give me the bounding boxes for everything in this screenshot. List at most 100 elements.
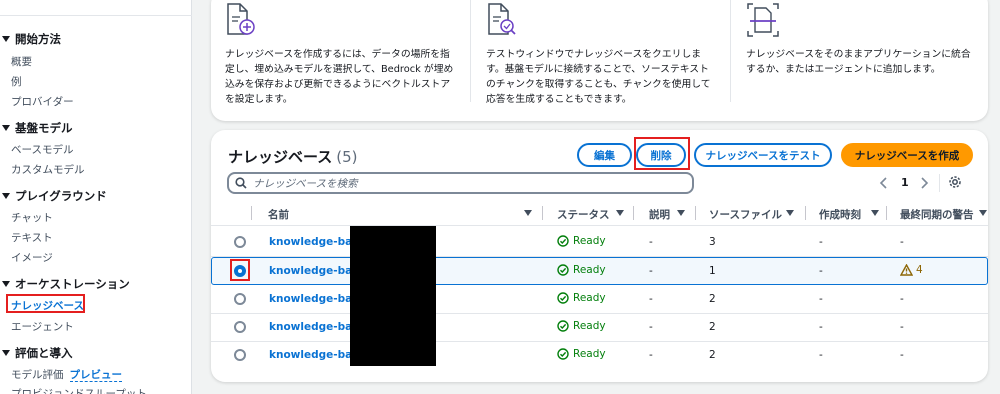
description-cell: - bbox=[649, 349, 653, 361]
table-row-selected[interactable]: knowledge-base- Ready - 1 - 4 bbox=[211, 257, 988, 285]
column-divider bbox=[470, 0, 471, 102]
chevron-down-icon bbox=[2, 36, 10, 42]
info-column-create: ナレッジベースを作成するには、データの場所を指定し、埋め込みモデルを選択して、B… bbox=[211, 0, 461, 121]
warning-cell: - bbox=[900, 236, 904, 248]
row-radio[interactable] bbox=[234, 321, 246, 333]
search-input[interactable]: ナレッジベースを検索 bbox=[227, 172, 694, 194]
document-search-icon bbox=[486, 3, 516, 35]
table-header: 名前 ステータス 説明 ソースファイル 作成時刻 最終同期の警告 bbox=[211, 202, 988, 224]
redaction-block bbox=[350, 226, 436, 366]
sidebar-item-text[interactable]: テキスト bbox=[11, 230, 53, 245]
edit-button[interactable]: 編集 bbox=[577, 143, 632, 167]
sidebar: 開始方法 概要 例 プロバイダー 基盤モデル ベースモデル カスタムモデル プレ… bbox=[0, 0, 192, 394]
highlight-box bbox=[634, 137, 690, 170]
how-it-works-panel: ナレッジベースを作成するには、データの場所を指定し、埋め込みモデルを選択して、B… bbox=[211, 0, 988, 121]
column-header-description[interactable]: 説明 bbox=[649, 207, 670, 222]
document-scan-icon bbox=[746, 3, 779, 37]
chevron-down-icon bbox=[2, 281, 10, 287]
column-header-name[interactable]: 名前 bbox=[268, 207, 289, 222]
column-separator bbox=[542, 206, 543, 220]
sort-caret-icon[interactable] bbox=[979, 210, 987, 216]
info-column-test: テストウィンドウでナレッジベースをクエリします。基盤モデルに接続することで、ソー… bbox=[472, 0, 722, 121]
chevron-down-icon bbox=[2, 193, 10, 199]
test-knowledge-base-button[interactable]: ナレッジベースをテスト bbox=[694, 143, 832, 167]
info-text-create: ナレッジベースを作成するには、データの場所を指定し、埋め込みモデルを選択して、B… bbox=[225, 49, 454, 105]
search-placeholder: ナレッジベースを検索 bbox=[253, 177, 358, 190]
warning-icon bbox=[900, 264, 913, 276]
column-separator bbox=[805, 206, 806, 220]
preview-badge[interactable]: プレビュー bbox=[69, 369, 122, 382]
column-separator bbox=[886, 206, 887, 220]
section-playgrounds[interactable]: プレイグラウンド bbox=[0, 188, 107, 204]
created-cell: - bbox=[819, 293, 823, 305]
page-title: ナレッジベース (5) bbox=[228, 148, 358, 166]
sidebar-item-model-evaluation[interactable]: モデル評価 プレビュー bbox=[11, 367, 122, 382]
column-header-status[interactable]: ステータス bbox=[557, 207, 610, 222]
next-page-icon[interactable] bbox=[919, 176, 929, 193]
pager-divider bbox=[939, 174, 940, 192]
source-files-cell: 2 bbox=[709, 293, 716, 305]
item-count: (5) bbox=[336, 148, 358, 166]
column-header-source-files[interactable]: ソースファイル bbox=[709, 207, 782, 222]
created-cell: - bbox=[819, 349, 823, 361]
column-header-last-sync-warning[interactable]: 最終同期の警告 bbox=[900, 207, 974, 222]
info-column-integrate: ナレッジベースをそのままアプリケーションに統合するか、またはエージェントに追加し… bbox=[732, 0, 982, 121]
sidebar-item-examples[interactable]: 例 bbox=[11, 74, 22, 89]
created-cell: - bbox=[819, 321, 823, 333]
created-cell: - bbox=[819, 236, 823, 248]
gear-icon[interactable] bbox=[948, 175, 962, 192]
sidebar-item-image[interactable]: イメージ bbox=[11, 250, 53, 265]
sidebar-item-overview[interactable]: 概要 bbox=[11, 54, 32, 69]
sidebar-item-providers[interactable]: プロバイダー bbox=[11, 94, 74, 109]
column-separator bbox=[251, 206, 252, 220]
section-foundation-models[interactable]: 基盤モデル bbox=[0, 120, 73, 136]
section-getting-started[interactable]: 開始方法 bbox=[0, 31, 61, 47]
source-files-cell: 3 bbox=[709, 236, 716, 248]
status-badge: Ready bbox=[557, 348, 606, 360]
create-knowledge-base-button[interactable]: ナレッジベースを作成 bbox=[841, 143, 973, 167]
sort-caret-icon[interactable] bbox=[616, 210, 624, 216]
table-row[interactable]: knowledge-base- Ready - 2 - - bbox=[211, 285, 988, 313]
source-files-cell: 2 bbox=[709, 349, 716, 361]
page-number[interactable]: 1 bbox=[901, 176, 909, 189]
column-header-created[interactable]: 作成時刻 bbox=[819, 207, 861, 222]
status-badge: Ready bbox=[557, 264, 606, 276]
description-cell: - bbox=[649, 293, 653, 305]
sidebar-item-base-models[interactable]: ベースモデル bbox=[11, 142, 73, 157]
warning-cell: - bbox=[900, 349, 904, 361]
warning-cell: - bbox=[900, 321, 904, 333]
row-radio[interactable] bbox=[234, 349, 246, 361]
section-assessment[interactable]: 評価と導入 bbox=[0, 345, 73, 361]
status-badge: Ready bbox=[557, 320, 606, 332]
warning-cell: - bbox=[900, 293, 904, 305]
sidebar-divider bbox=[0, 15, 192, 16]
success-check-icon bbox=[557, 348, 569, 360]
sidebar-item-agents[interactable]: エージェント bbox=[11, 319, 74, 334]
description-cell: - bbox=[649, 321, 653, 333]
table-row[interactable]: knowledge-base- Ready - 2 - - bbox=[211, 313, 988, 341]
column-divider bbox=[730, 0, 731, 102]
chevron-down-icon bbox=[2, 350, 10, 356]
sidebar-item-custom-models[interactable]: カスタムモデル bbox=[11, 162, 85, 177]
highlight-box bbox=[6, 294, 85, 313]
description-cell: - bbox=[649, 265, 653, 277]
row-radio[interactable] bbox=[234, 236, 246, 248]
column-separator bbox=[695, 206, 696, 220]
info-text-integrate: ナレッジベースをそのままアプリケーションに統合するか、またはエージェントに追加し… bbox=[746, 49, 971, 75]
table-row[interactable]: knowledge-base- Ready - 2 - - bbox=[211, 341, 988, 369]
created-cell: - bbox=[819, 265, 823, 277]
section-orchestration[interactable]: オーケストレーション bbox=[0, 276, 130, 292]
highlight-box bbox=[230, 259, 250, 281]
sort-caret-icon[interactable] bbox=[677, 210, 685, 216]
table-row[interactable]: knowledge-base- Ready - 3 - - bbox=[211, 228, 988, 256]
status-badge: Ready bbox=[557, 235, 606, 247]
sort-caret-icon[interactable] bbox=[786, 210, 794, 216]
sort-caret-icon[interactable] bbox=[871, 210, 879, 216]
sort-caret-icon[interactable] bbox=[524, 210, 532, 216]
warning-badge[interactable]: 4 bbox=[900, 264, 923, 276]
row-radio[interactable] bbox=[234, 293, 246, 305]
success-check-icon bbox=[557, 292, 569, 304]
sidebar-item-chat[interactable]: チャット bbox=[11, 210, 53, 225]
prev-page-icon[interactable] bbox=[879, 176, 889, 193]
sidebar-item-provisioned-throughput[interactable]: プロビジョンドスループット bbox=[11, 386, 147, 394]
